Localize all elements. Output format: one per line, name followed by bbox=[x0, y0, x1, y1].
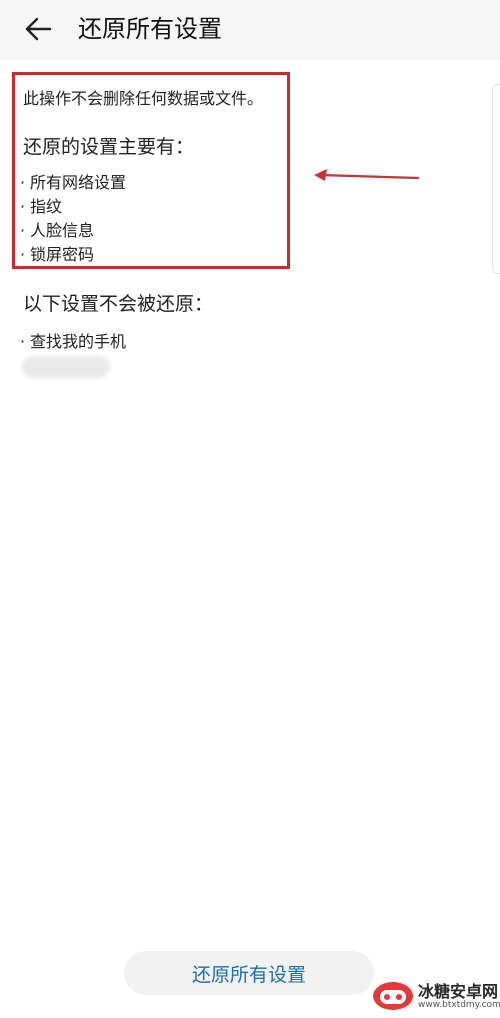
watermark: 冰糖安卓网 www.btxtdmy.com bbox=[372, 974, 500, 1018]
blurred-redaction bbox=[22, 356, 110, 378]
list-item: · 锁屏密码 bbox=[20, 245, 95, 264]
reset-all-settings-button[interactable]: 还原所有设置 bbox=[124, 951, 374, 995]
not-restored-list: · 查找我的手机 bbox=[20, 330, 126, 354]
not-restored-heading: 以下设置不会被还原： bbox=[23, 293, 214, 315]
watermark-url: www.btxtdmy.com bbox=[418, 1000, 500, 1010]
back-button[interactable] bbox=[20, 12, 56, 46]
restored-settings-heading: 还原的设置主要有： bbox=[23, 136, 195, 158]
side-panel-edge bbox=[492, 84, 500, 274]
intro-text: 此操作不会删除任何数据或文件。 bbox=[23, 89, 264, 108]
list-item: · 查找我的手机 bbox=[20, 332, 127, 351]
restored-settings-list: · 所有网络设置 · 指纹 · 人脸信息 · 锁屏密码 bbox=[20, 171, 126, 267]
annotation-arrow-icon bbox=[314, 169, 420, 181]
page-title: 还原所有设置 bbox=[78, 15, 222, 43]
watermark-logo-icon bbox=[373, 982, 413, 1010]
list-item: · 指纹 bbox=[20, 197, 63, 216]
list-item: · 所有网络设置 bbox=[20, 173, 127, 192]
watermark-name: 冰糖安卓网 bbox=[418, 982, 499, 1001]
app-bar: 还原所有设置 bbox=[0, 0, 500, 60]
arrow-left-icon bbox=[25, 17, 52, 41]
list-item: · 人脸信息 bbox=[20, 221, 95, 240]
screen: 还原所有设置 此操作不会删除任何数据或文件。 还原的设置主要有： · 所有网络设置… bbox=[0, 0, 500, 1018]
